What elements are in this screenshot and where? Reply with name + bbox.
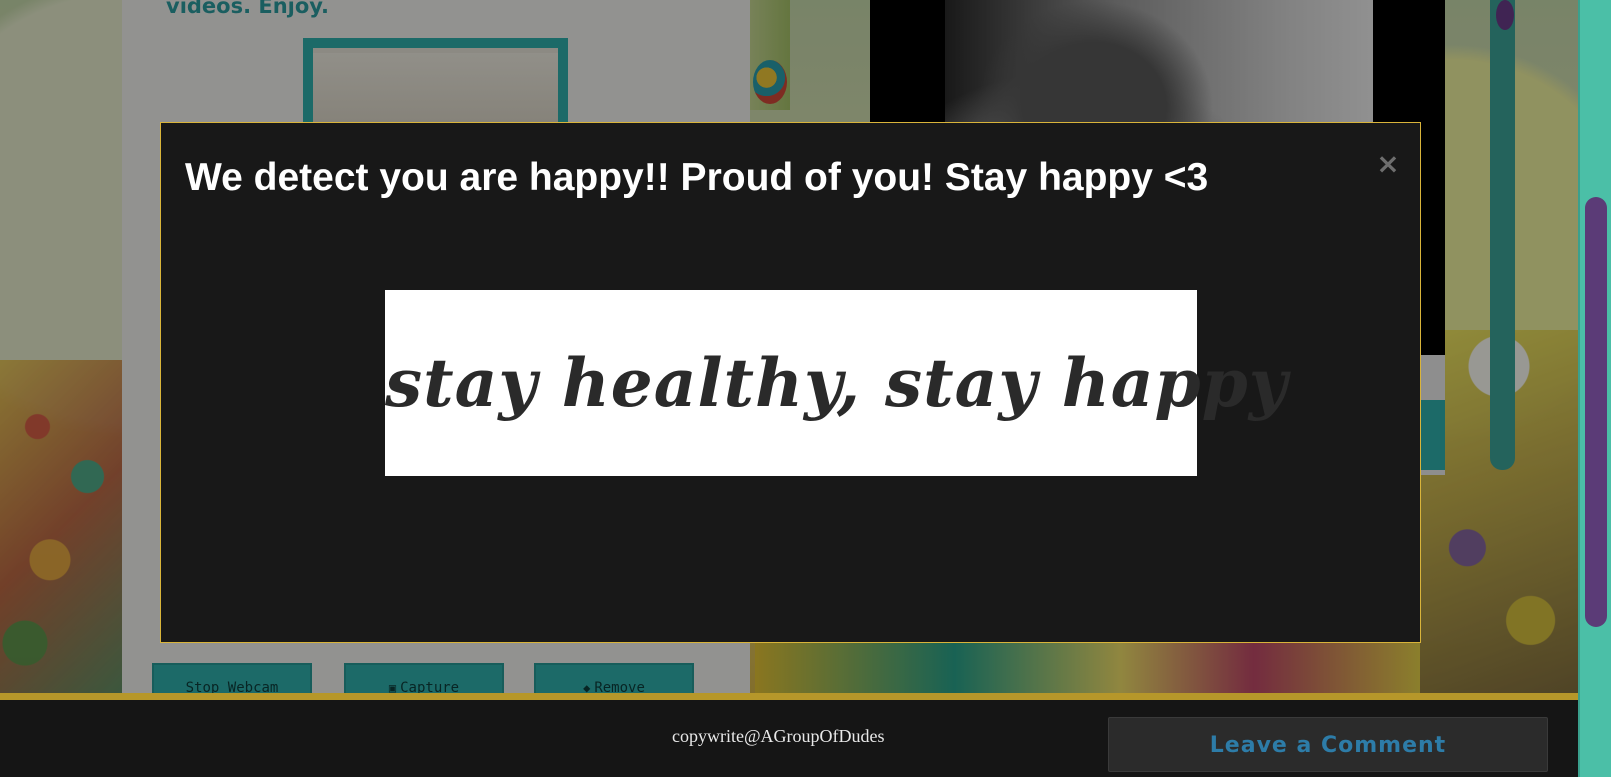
close-icon[interactable]: × [1373, 149, 1403, 179]
copyright-text: copywrite@AGroupOfDudes [672, 726, 885, 746]
scrollbar-thumb[interactable] [1585, 197, 1607, 627]
leave-comment-button[interactable]: Leave a Comment [1108, 717, 1548, 772]
footer: copywrite@AGroupOfDudes Leave a Comment [0, 693, 1578, 777]
scrollbar[interactable] [1578, 0, 1611, 777]
stay-happy-banner: stay healthy, stay happy [385, 290, 1289, 476]
modal-title: We detect you are happy!! Proud of you! … [185, 156, 1209, 199]
banner-text: stay healthy, stay happy [385, 344, 1289, 422]
happy-modal: We detect you are happy!! Proud of you! … [160, 122, 1421, 643]
